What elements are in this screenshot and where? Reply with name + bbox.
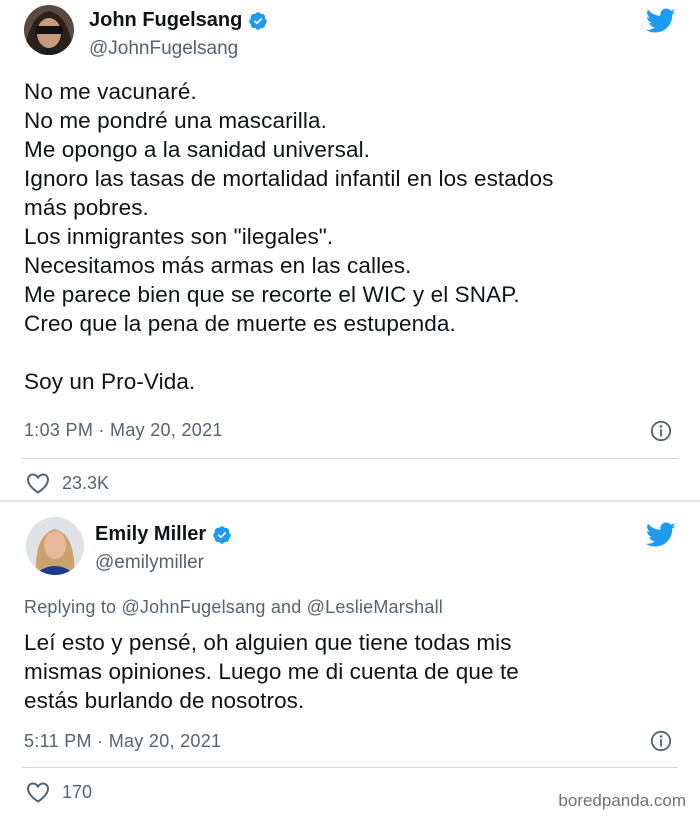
twitter-bird-icon[interactable] [646, 522, 676, 548]
info-icon[interactable] [650, 420, 672, 442]
info-icon[interactable] [650, 730, 672, 752]
heart-icon[interactable] [26, 472, 50, 494]
like-action[interactable]: 170 [26, 781, 92, 803]
tweet-text: No me vacunaré. No me pondré una mascari… [24, 79, 554, 394]
separator [22, 458, 678, 459]
avatar-emily-miller[interactable] [26, 517, 84, 575]
verified-badge-icon [249, 11, 268, 30]
like-count: 23.3K [62, 472, 110, 493]
tweet-card-2: Emily Miller @emilymiller Replying to @J… [0, 502, 700, 819]
tweet-timestamp[interactable]: 5:11 PM · May 20, 2021 [24, 731, 221, 752]
author-name[interactable]: Emily Miller [95, 523, 232, 546]
author-name-text[interactable]: John Fugelsang [89, 9, 242, 32]
tweet-card-1: John Fugelsang @JohnFugelsang No me vacu… [0, 0, 700, 500]
watermark: boredpanda.com [558, 791, 686, 810]
tweet-text: Leí esto y pensé, oh alguien que tiene t… [24, 630, 519, 713]
heart-icon[interactable] [26, 781, 50, 803]
avatar-john-fugelsang[interactable] [24, 5, 74, 55]
author-handle[interactable]: @JohnFugelsang [89, 38, 238, 60]
like-action[interactable]: 23.3K [26, 472, 109, 494]
author-name-text[interactable]: Emily Miller [95, 523, 206, 546]
separator [22, 767, 678, 768]
verified-badge-icon [213, 525, 231, 544]
author-handle[interactable]: @emilymiller [95, 552, 204, 574]
replying-to[interactable]: Replying to @JohnFugelsang and @LeslieMa… [24, 597, 443, 618]
author-name[interactable]: John Fugelsang [89, 9, 268, 32]
twitter-bird-icon[interactable] [646, 8, 676, 34]
tweet-timestamp[interactable]: 1:03 PM · May 20, 2021 [24, 420, 223, 441]
like-count: 170 [62, 781, 93, 802]
